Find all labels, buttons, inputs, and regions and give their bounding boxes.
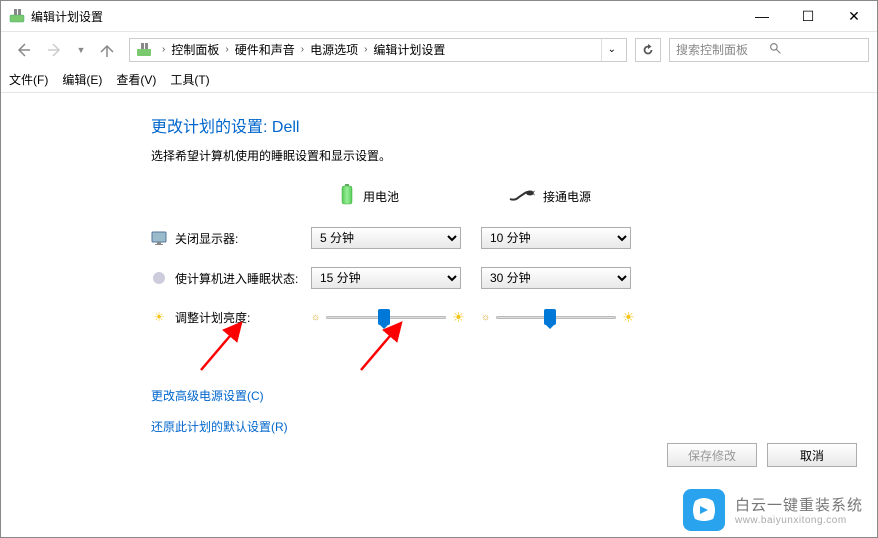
chevron-right-icon[interactable]: › — [297, 44, 308, 55]
chevron-right-icon[interactable]: › — [221, 44, 232, 55]
sleep-plugged-select[interactable]: 30 分钟 — [481, 267, 631, 289]
page-subtitle: 选择希望计算机使用的睡眠设置和显示设置。 — [151, 147, 827, 164]
nav-recent-dropdown[interactable]: ▼ — [73, 36, 89, 64]
brightness-plugged-slider[interactable] — [496, 307, 616, 327]
cancel-button[interactable]: 取消 — [767, 443, 857, 467]
watermark-url: www.baiyunxitong.com — [735, 515, 863, 526]
app-icon — [9, 8, 25, 24]
breadcrumb-icon — [134, 40, 154, 60]
menu-tools[interactable]: 工具(T) — [170, 71, 209, 88]
plugged-column-header: 接通电源 — [543, 188, 591, 205]
watermark: 白云一键重装系统 www.baiyunxitong.com — [683, 489, 863, 531]
search-icon[interactable] — [769, 42, 862, 58]
breadcrumb-dropdown[interactable]: ⌄ — [601, 39, 622, 61]
sun-bright-icon: ☀ — [452, 309, 465, 326]
battery-icon — [339, 184, 355, 209]
refresh-button[interactable] — [635, 38, 661, 62]
breadcrumb-item-2[interactable]: 电源选项 — [308, 41, 360, 58]
save-button[interactable]: 保存修改 — [667, 443, 757, 467]
chevron-right-icon[interactable]: › — [158, 44, 169, 55]
minimize-button[interactable]: — — [739, 1, 785, 31]
search-placeholder: 搜索控制面板 — [676, 41, 769, 58]
search-input[interactable]: 搜索控制面板 — [669, 38, 869, 62]
restore-defaults-link[interactable]: 还原此计划的默认设置(R) — [151, 418, 827, 435]
battery-column-header: 用电池 — [363, 188, 399, 205]
brightness-icon: ☀ — [151, 309, 167, 325]
nav-forward-button[interactable] — [41, 36, 69, 64]
breadcrumb-item-1[interactable]: 硬件和声音 — [233, 41, 297, 58]
display-off-plugged-select[interactable]: 10 分钟 — [481, 227, 631, 249]
chevron-right-icon[interactable]: › — [360, 44, 371, 55]
breadcrumb-root[interactable]: 控制面板 — [169, 41, 221, 58]
moon-icon — [151, 270, 167, 286]
page-title: 更改计划的设置: Dell — [151, 113, 827, 137]
sun-dim-icon: ☼ — [481, 312, 490, 323]
breadcrumb-item-3[interactable]: 编辑计划设置 — [371, 41, 447, 58]
menu-file[interactable]: 文件(F) — [9, 71, 48, 88]
nav-up-button[interactable] — [93, 36, 121, 64]
sun-dim-icon: ☼ — [311, 312, 320, 323]
sun-bright-icon: ☀ — [622, 309, 635, 326]
plug-icon — [509, 188, 535, 205]
brightness-label: 调整计划亮度: — [175, 309, 250, 326]
advanced-settings-link[interactable]: 更改高级电源设置(C) — [151, 387, 827, 404]
sleep-battery-select[interactable]: 15 分钟 — [311, 267, 461, 289]
watermark-logo-icon — [683, 489, 725, 531]
menu-view[interactable]: 查看(V) — [116, 71, 156, 88]
brightness-battery-slider[interactable] — [326, 307, 446, 327]
display-off-battery-select[interactable]: 5 分钟 — [311, 227, 461, 249]
nav-back-button[interactable] — [9, 36, 37, 64]
sleep-label: 使计算机进入睡眠状态: — [175, 270, 298, 287]
close-button[interactable]: ✕ — [831, 1, 877, 31]
breadcrumb[interactable]: › 控制面板 › 硬件和声音 › 电源选项 › 编辑计划设置 ⌄ — [129, 38, 627, 62]
window-title: 编辑计划设置 — [31, 8, 739, 25]
menu-edit[interactable]: 编辑(E) — [62, 71, 102, 88]
display-off-label: 关闭显示器: — [175, 230, 238, 247]
monitor-icon — [151, 230, 167, 246]
watermark-title: 白云一键重装系统 — [735, 494, 863, 515]
maximize-button[interactable]: ☐ — [785, 1, 831, 31]
